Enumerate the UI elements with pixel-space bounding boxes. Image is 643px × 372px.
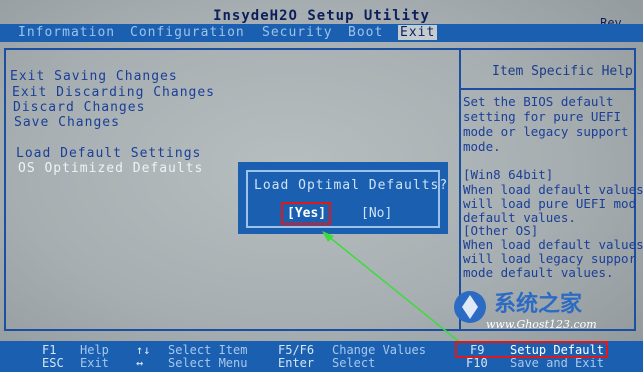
footer-desc: Exit xyxy=(80,356,109,370)
footer-desc: Select Item xyxy=(168,343,248,357)
footer-key: Enter xyxy=(278,356,315,370)
footer-key: F1 xyxy=(42,343,57,357)
watermark-brand: 系统之家 xyxy=(494,292,583,317)
footer-desc: Change Values xyxy=(332,343,426,357)
footer-desc: Select Menu xyxy=(168,356,248,370)
footer-key: ↔ xyxy=(136,356,144,370)
footer-desc-save-exit: Save and Exit xyxy=(510,356,604,370)
footer-key: ↑↓ xyxy=(136,343,151,357)
footer-desc: Help xyxy=(80,343,109,357)
footer-key: F5/F6 xyxy=(278,343,315,357)
setup-default-highlight-box xyxy=(455,341,608,358)
footer-key-f10: F10 xyxy=(466,356,488,370)
watermark-url: www.Ghost123.com xyxy=(486,318,597,331)
footer-key: ESC xyxy=(42,356,64,370)
footer-desc: Select xyxy=(332,356,376,370)
